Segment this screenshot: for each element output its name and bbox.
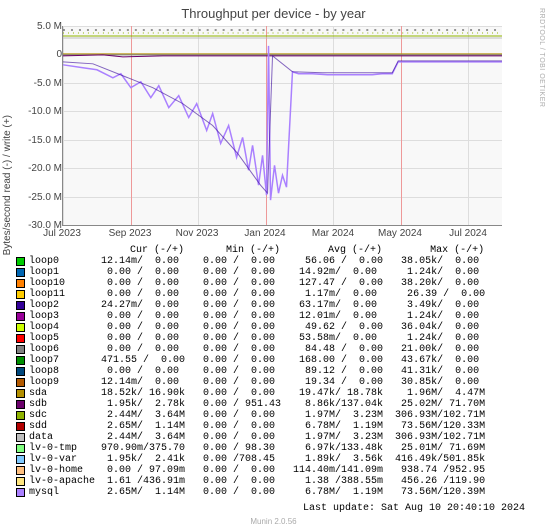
legend-swatch bbox=[16, 334, 25, 343]
legend-row: loop4 0.00 / 0.00 0.00 / 0.00 49.62 / 0.… bbox=[16, 322, 491, 333]
ytick: -15.0 M bbox=[7, 135, 62, 146]
legend-row: lv-0-var 1.95k/ 2.41k 0.00 /708.45 1.89k… bbox=[16, 454, 491, 465]
legend-text: loop6 0.00 / 0.00 0.00 / 0.00 84.48 / 0.… bbox=[29, 344, 485, 355]
legend-swatch bbox=[16, 345, 25, 354]
legend-swatch bbox=[16, 488, 25, 497]
legend-swatch bbox=[16, 444, 25, 453]
legend-row: lv-0-home 0.00 / 97.09m 0.00 / 0.00 114.… bbox=[16, 465, 491, 476]
legend-text: lv-0-var 1.95k/ 2.41k 0.00 /708.45 1.89k… bbox=[29, 454, 485, 465]
legend-row: loop11 0.00 / 0.00 0.00 / 0.00 1.17m/ 0.… bbox=[16, 289, 491, 300]
legend-text: loop0 12.14m/ 0.00 0.00 / 0.00 56.06 / 0… bbox=[29, 256, 485, 267]
legend-text: loop1 0.00 / 0.00 0.00 / 0.00 14.92m/ 0.… bbox=[29, 267, 485, 278]
legend-row: loop2 24.27m/ 0.00 0.00 / 0.00 63.17m/ 0… bbox=[16, 300, 491, 311]
legend-text: lv-0-tmp 970.90m/375.70 0.00 / 98.30 6.9… bbox=[29, 443, 485, 454]
legend-text: sdd 2.65M/ 1.14M 0.00 / 0.00 6.78M/ 1.19… bbox=[29, 421, 485, 432]
plot-area bbox=[62, 26, 502, 226]
legend-row: loop6 0.00 / 0.00 0.00 / 0.00 84.48 / 0.… bbox=[16, 344, 491, 355]
legend-swatch bbox=[16, 400, 25, 409]
ytick: 5.0 M bbox=[7, 21, 62, 32]
legend-swatch bbox=[16, 455, 25, 464]
legend-text: data 2.44M/ 3.64M 0.00 / 0.00 1.97M/ 3.2… bbox=[29, 432, 485, 443]
rrdtool-watermark: RRDTOOL / TOBI OETIKER bbox=[538, 8, 545, 107]
legend-swatch bbox=[16, 378, 25, 387]
legend-swatch bbox=[16, 356, 25, 365]
xtick: Jan 2024 bbox=[240, 228, 290, 239]
legend-text: loop7 471.55 / 0.00 0.00 / 0.00 168.00 /… bbox=[29, 355, 485, 366]
legend-row: sda 18.52k/ 16.90k 0.00 / 0.00 19.47k/ 1… bbox=[16, 388, 491, 399]
ytick: -25.0 M bbox=[7, 192, 62, 203]
legend-row: lv-0-tmp 970.90m/375.70 0.00 / 98.30 6.9… bbox=[16, 443, 491, 454]
legend-row: loop8 0.00 / 0.00 0.00 / 0.00 89.12 / 0.… bbox=[16, 366, 491, 377]
legend-text: sdb 1.95k/ 2.78k 0.00 / 951.43 8.86k/137… bbox=[29, 399, 485, 410]
legend-text: loop10 0.00 / 0.00 0.00 / 0.00 127.47 / … bbox=[29, 278, 485, 289]
legend-table: Cur (-/+) Min (-/+) Avg (-/+) Max (-/+) … bbox=[16, 245, 491, 498]
legend-swatch bbox=[16, 433, 25, 442]
legend-text: loop2 24.27m/ 0.00 0.00 / 0.00 63.17m/ 0… bbox=[29, 300, 485, 311]
legend-text: loop4 0.00 / 0.00 0.00 / 0.00 49.62 / 0.… bbox=[29, 322, 485, 333]
legend-swatch bbox=[16, 477, 25, 486]
ytick: -5.0 M bbox=[7, 78, 62, 89]
legend-text: loop3 0.00 / 0.00 0.00 / 0.00 12.01m/ 0.… bbox=[29, 311, 485, 322]
legend-text: mysql 2.65M/ 1.14M 0.00 / 0.00 6.78M/ 1.… bbox=[29, 487, 485, 498]
legend-row: sdc 2.44M/ 3.64M 0.00 / 0.00 1.97M/ 3.23… bbox=[16, 410, 491, 421]
legend-swatch bbox=[16, 268, 25, 277]
legend-text: sdc 2.44M/ 3.64M 0.00 / 0.00 1.97M/ 3.23… bbox=[29, 410, 485, 421]
legend-row: loop0 12.14m/ 0.00 0.00 / 0.00 56.06 / 0… bbox=[16, 256, 491, 267]
xtick: Sep 2023 bbox=[105, 228, 155, 239]
legend-swatch bbox=[16, 411, 25, 420]
legend-swatch bbox=[16, 279, 25, 288]
legend-swatch bbox=[16, 422, 25, 431]
ytick: -20.0 M bbox=[7, 163, 62, 174]
legend-row: loop9 12.14m/ 0.00 0.00 / 0.00 19.34 / 0… bbox=[16, 377, 491, 388]
chart-lines bbox=[63, 26, 502, 225]
legend-swatch bbox=[16, 312, 25, 321]
legend-text: lv-0-home 0.00 / 97.09m 0.00 / 0.00 114.… bbox=[29, 465, 491, 476]
last-update: Last update: Sat Aug 10 20:40:10 2024 bbox=[303, 503, 525, 514]
legend-swatch bbox=[16, 389, 25, 398]
legend-row: loop5 0.00 / 0.00 0.00 / 0.00 53.58m/ 0.… bbox=[16, 333, 491, 344]
legend-text: sda 18.52k/ 16.90k 0.00 / 0.00 19.47k/ 1… bbox=[29, 388, 485, 399]
legend-row: loop1 0.00 / 0.00 0.00 / 0.00 14.92m/ 0.… bbox=[16, 267, 491, 278]
legend-row: mysql 2.65M/ 1.14M 0.00 / 0.00 6.78M/ 1.… bbox=[16, 487, 491, 498]
legend-swatch bbox=[16, 290, 25, 299]
legend-swatch bbox=[16, 323, 25, 332]
footer-version: Munin 2.0.56 bbox=[0, 517, 547, 526]
legend-row: lv-0-apache 1.61 /436.91m 0.00 / 0.00 1.… bbox=[16, 476, 491, 487]
legend-text: loop11 0.00 / 0.00 0.00 / 0.00 1.17m/ 0.… bbox=[29, 289, 491, 300]
legend-text: lv-0-apache 1.61 /436.91m 0.00 / 0.00 1.… bbox=[29, 476, 491, 487]
ytick: -10.0 M bbox=[7, 106, 62, 117]
legend-text: loop5 0.00 / 0.00 0.00 / 0.00 53.58m/ 0.… bbox=[29, 333, 485, 344]
chart-title: Throughput per device - by year bbox=[0, 0, 547, 21]
legend-header: Cur (-/+) Min (-/+) Avg (-/+) Max (-/+) bbox=[16, 245, 491, 256]
xtick: Jul 2023 bbox=[37, 228, 87, 239]
legend-swatch bbox=[16, 367, 25, 376]
xtick: Jul 2024 bbox=[443, 228, 493, 239]
legend-text: loop9 12.14m/ 0.00 0.00 / 0.00 19.34 / 0… bbox=[29, 377, 485, 388]
xtick: May 2024 bbox=[375, 228, 425, 239]
legend-row: data 2.44M/ 3.64M 0.00 / 0.00 1.97M/ 3.2… bbox=[16, 432, 491, 443]
legend-row: loop7 471.55 / 0.00 0.00 / 0.00 168.00 /… bbox=[16, 355, 491, 366]
xtick: Nov 2023 bbox=[172, 228, 222, 239]
legend-swatch bbox=[16, 257, 25, 266]
xtick: Mar 2024 bbox=[308, 228, 358, 239]
legend-row: loop10 0.00 / 0.00 0.00 / 0.00 127.47 / … bbox=[16, 278, 491, 289]
legend-text: loop8 0.00 / 0.00 0.00 / 0.00 89.12 / 0.… bbox=[29, 366, 485, 377]
legend-row: sdd 2.65M/ 1.14M 0.00 / 0.00 6.78M/ 1.19… bbox=[16, 421, 491, 432]
legend-swatch bbox=[16, 466, 25, 475]
ytick: 0 bbox=[7, 49, 62, 60]
legend-row: sdb 1.95k/ 2.78k 0.00 / 951.43 8.86k/137… bbox=[16, 399, 491, 410]
legend-swatch bbox=[16, 301, 25, 310]
legend-row: loop3 0.00 / 0.00 0.00 / 0.00 12.01m/ 0.… bbox=[16, 311, 491, 322]
